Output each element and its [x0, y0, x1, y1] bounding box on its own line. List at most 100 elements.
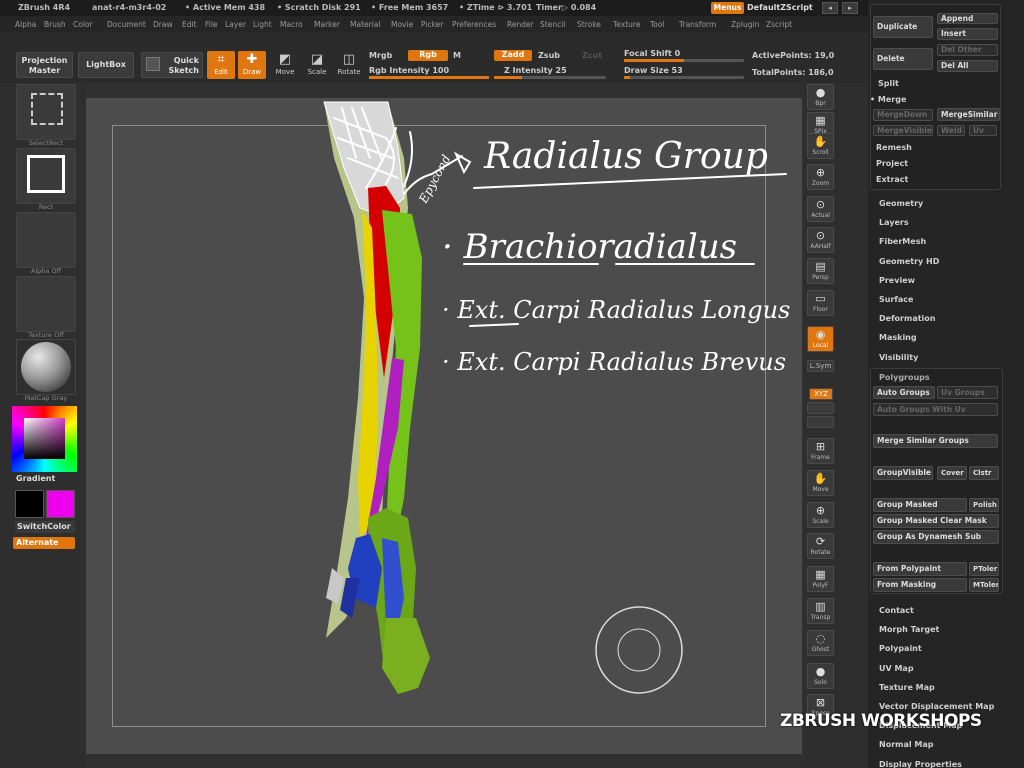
menu-texture[interactable]: Texture [613, 20, 640, 29]
navigation-circle-icon[interactable] [595, 606, 683, 694]
coverage-slider[interactable]: Cover [937, 466, 967, 480]
menu-edit[interactable]: Edit [182, 20, 197, 29]
insert-button[interactable]: Insert [937, 28, 998, 40]
alternate-button[interactable]: Alternate [13, 537, 75, 549]
ptoler-slider[interactable]: PToler [969, 562, 999, 576]
shelf-transp-button[interactable]: ▥ Transp [807, 598, 834, 624]
color-square[interactable] [24, 418, 65, 459]
append-button[interactable]: Append [937, 13, 998, 24]
edit-button[interactable]: ⌗ Edit [207, 51, 235, 79]
section-contact[interactable]: Contact [879, 606, 914, 615]
mergedown-button[interactable]: MergeDown [873, 109, 933, 121]
zadd-button[interactable]: Zadd [494, 50, 532, 61]
section-surface[interactable]: Surface [879, 295, 913, 304]
groupvisible-button[interactable]: GroupVisible [873, 466, 933, 480]
auto-groups-with-uv-button[interactable]: Auto Groups With Uv [873, 403, 998, 416]
menu-movie[interactable]: Movie [391, 20, 413, 29]
section-texture-map[interactable]: Texture Map [879, 683, 935, 692]
group-as-dynamesh-sub-button[interactable]: Group As Dynamesh Sub [873, 530, 999, 544]
menu-draw[interactable]: Draw [153, 20, 173, 29]
shelf-local-button[interactable]: ◉ Local [807, 326, 834, 352]
color-picker[interactable] [12, 406, 77, 472]
split-button[interactable]: Split [878, 79, 899, 88]
selectrect-button[interactable] [16, 84, 76, 140]
uv-groups-button[interactable]: Uv Groups [937, 386, 998, 399]
shelf-aahalf-button[interactable]: ⊙ AAHalf [807, 227, 834, 253]
menu-picker[interactable]: Picker [421, 20, 443, 29]
shelf-solo-button[interactable]: ● Solo [807, 663, 834, 689]
viewport-drawing[interactable]: Radialus Group Epycond · Brachioradialus… [86, 98, 802, 754]
uv-button[interactable]: Uv [969, 125, 997, 136]
menu-layer[interactable]: Layer [225, 20, 246, 29]
menu-material[interactable]: Material [350, 20, 380, 29]
menu-preferences[interactable]: Preferences [452, 20, 496, 29]
rotate-button[interactable]: ◫ Rotate [335, 51, 363, 79]
z-intensity-slider[interactable] [494, 76, 606, 79]
default-zscript-button[interactable]: DefaultZScript [747, 3, 813, 12]
section-uv-map[interactable]: UV Map [879, 664, 914, 673]
material-button[interactable] [16, 339, 76, 395]
remesh-button[interactable]: Remesh [876, 143, 912, 152]
menu-tool[interactable]: Tool [650, 20, 665, 29]
shelf-xyz-button[interactable]: XYZ [809, 388, 833, 400]
shelf-persp-button[interactable]: ▤ Persp [807, 258, 834, 284]
menu-light[interactable]: Light [253, 20, 272, 29]
shelf-lsym-button[interactable]: L.Sym [807, 360, 834, 372]
section-geometry[interactable]: Geometry [879, 199, 923, 208]
draw-button[interactable]: ✚ Draw [238, 51, 266, 79]
section-visibility[interactable]: Visibility [879, 353, 918, 362]
mergesimilar-button[interactable]: MergeSimilar [937, 108, 1000, 121]
alpha-button[interactable] [16, 212, 76, 268]
section-morph-target[interactable]: Morph Target [879, 625, 939, 634]
shelf-zoom-button[interactable]: ⊕ Zoom [807, 164, 834, 190]
m-button[interactable]: M [453, 51, 461, 60]
scale-button[interactable]: ◪ Scale [303, 51, 331, 79]
texture-button[interactable] [16, 276, 76, 332]
section-polypaint[interactable]: Polypaint [879, 644, 922, 653]
section-display-properties[interactable]: Display Properties [879, 760, 962, 768]
arrow-left-icon[interactable]: ◂ [822, 2, 838, 14]
zsub-button[interactable]: Zsub [538, 51, 560, 60]
del-all-button[interactable]: Del All [937, 60, 998, 72]
section-layers[interactable]: Layers [879, 218, 909, 227]
move-button[interactable]: ◩ Move [271, 51, 299, 79]
shelf-frame-button[interactable]: ⊞ Frame [807, 438, 834, 464]
rgb-button[interactable]: Rgb [408, 50, 448, 61]
menu-color[interactable]: Color [73, 20, 93, 29]
shelf-mirror-12-button[interactable] [807, 416, 834, 428]
mrgb-button[interactable]: Mrgb [369, 51, 392, 60]
shelf-bpr-button[interactable]: ● Bpr [807, 84, 834, 110]
weld-button[interactable]: Weld [937, 125, 965, 136]
mergevisible-button[interactable]: MergeVisible [873, 125, 933, 136]
shelf-move-button[interactable]: ✋ Move [807, 470, 834, 496]
from-polypaint-button[interactable]: From Polypaint [873, 562, 967, 576]
from-masking-button[interactable]: From Masking [873, 578, 967, 592]
merge-similar-groups-button[interactable]: Merge Similar Groups [873, 434, 998, 448]
zcut-button[interactable]: Zcut [582, 51, 602, 60]
group-masked-button[interactable]: Group Masked [873, 498, 967, 512]
draw-size-slider[interactable] [624, 76, 744, 79]
menu-document[interactable]: Document [107, 20, 146, 29]
auto-groups-button[interactable]: Auto Groups [873, 386, 935, 399]
shelf-scroll-button[interactable]: ✋ Scroll [807, 133, 834, 159]
shelf-floor-button[interactable]: ▭ Floor [807, 290, 834, 316]
mtoler-slider[interactable]: MToler [969, 578, 999, 592]
polygroups-header[interactable]: Polygroups [879, 373, 930, 382]
shelf-polyf-button[interactable]: ▦ PolyF [807, 566, 834, 592]
cluster-slider[interactable]: Clstr [969, 466, 999, 480]
section-vector-displacement-map[interactable]: Vector Displacement Map [879, 702, 994, 711]
section-masking[interactable]: Masking [879, 333, 917, 342]
delete-button[interactable]: Delete [873, 48, 933, 70]
shelf-rotate-button[interactable]: ⟳ Rotate [807, 533, 834, 559]
menu-alpha[interactable]: Alpha [15, 20, 36, 29]
main-color-swatch[interactable] [15, 490, 44, 518]
del-other-button[interactable]: Del Other [937, 44, 998, 56]
projection-master-button[interactable]: Projection Master [16, 52, 73, 78]
shelf-ghost-button[interactable]: ◌ Ghost [807, 630, 834, 656]
shelf-scale-button[interactable]: ⊕ Scale [807, 502, 834, 528]
lightbox-button[interactable]: LightBox [78, 52, 134, 78]
duplicate-button[interactable]: Duplicate [873, 16, 933, 38]
secondary-color-swatch[interactable] [46, 490, 75, 518]
group-masked-clear-mask-button[interactable]: Group Masked Clear Mask [873, 514, 999, 528]
polish-slider[interactable]: Polish [969, 498, 999, 512]
